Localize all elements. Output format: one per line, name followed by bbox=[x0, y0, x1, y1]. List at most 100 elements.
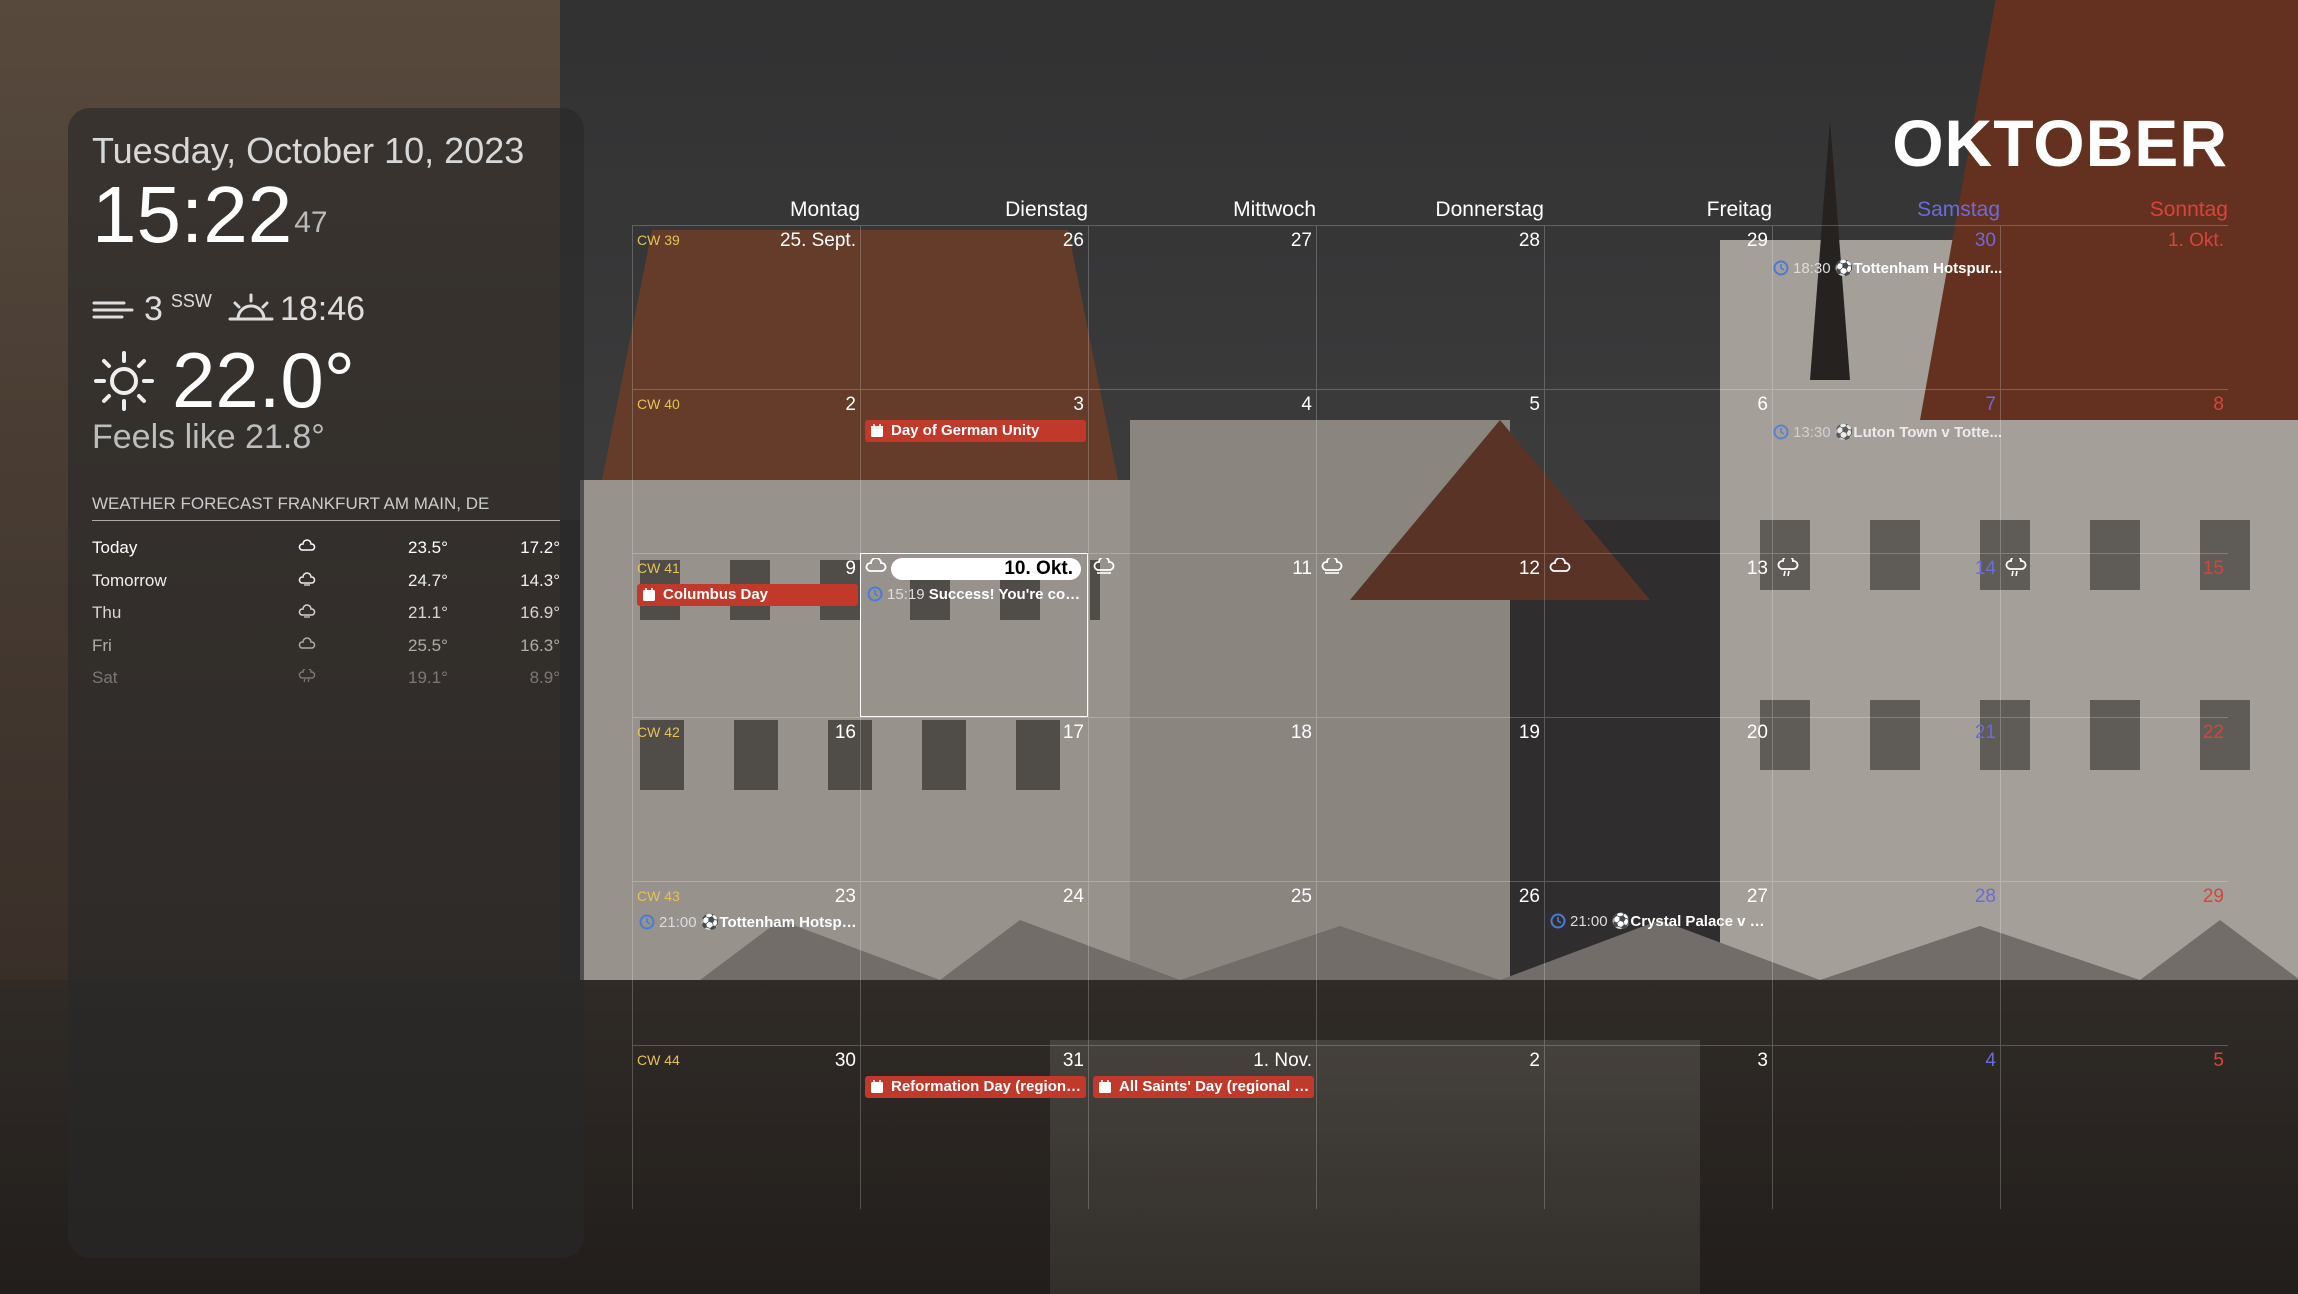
calendar-week: CW 40 bbox=[637, 396, 680, 412]
day-number: 27 bbox=[1290, 230, 1312, 251]
event-title: Luton Town v Totte... bbox=[1853, 424, 2002, 441]
day-cell[interactable]: 5 bbox=[1316, 389, 1544, 553]
day-cell[interactable]: CW 43 23 21:00 ⚽Tottenham Hotspur... bbox=[632, 881, 860, 1045]
day-number: 26 bbox=[1518, 886, 1540, 907]
day-number: 5 bbox=[1529, 394, 1540, 415]
cloud-icon bbox=[1549, 557, 1571, 579]
event-item[interactable]: 13:30 ⚽Luton Town v Totte... bbox=[1771, 422, 2003, 444]
soccer-ball-icon: ⚽ bbox=[1834, 260, 1854, 277]
event-title: Crystal Palace v To... bbox=[1630, 913, 1772, 930]
forecast-max: 21.1° bbox=[408, 603, 448, 622]
calendar-week: CW 39 bbox=[637, 232, 680, 248]
sunset-icon bbox=[228, 293, 274, 320]
day-number: 3 bbox=[1757, 1050, 1768, 1071]
forecast-min: 14.3° bbox=[520, 570, 560, 590]
day-number: 19 bbox=[1518, 722, 1540, 743]
day-number: 24 bbox=[1062, 886, 1084, 907]
event-item[interactable]: 21:00 ⚽Crystal Palace v To... bbox=[1548, 911, 1772, 933]
rain-icon bbox=[2005, 555, 2027, 583]
day-cell[interactable]: 28 bbox=[1772, 881, 2000, 1045]
forecast-min: 16.9° bbox=[520, 603, 560, 622]
calendar-grid: CW 39 25. Sept. 26 27 28 29 30 18:30 ⚽Tot… bbox=[632, 225, 2228, 1209]
holiday-event[interactable]: Reformation Day (regional h... bbox=[865, 1076, 1086, 1098]
event-time: 13:30 bbox=[1793, 424, 1831, 441]
event-item[interactable]: 21:00 ⚽Tottenham Hotspur... bbox=[637, 912, 858, 934]
feels-like: Feels like 21.8° bbox=[92, 418, 325, 456]
forecast-day: Thu bbox=[92, 603, 122, 622]
day-cell[interactable]: CW 39 25. Sept. bbox=[632, 225, 860, 389]
event-item[interactable]: 15:19 Success! You're conn... bbox=[865, 584, 1085, 606]
day-cell[interactable]: 14 bbox=[1772, 553, 2000, 717]
holiday-event[interactable]: All Saints' Day (regional holi... bbox=[1093, 1076, 1314, 1098]
day-number: 5 bbox=[2213, 1050, 2224, 1071]
event-title: Success! You're conn... bbox=[928, 586, 1085, 603]
day-cell[interactable]: 1. Okt. bbox=[2000, 225, 2228, 389]
day-cell[interactable]: CW 44 30 bbox=[632, 1045, 860, 1209]
calendar-event-icon bbox=[1773, 260, 1789, 276]
day-cell[interactable]: 3 Day of German Unity bbox=[860, 389, 1088, 553]
event-item[interactable]: 18:30 ⚽Tottenham Hotspur... bbox=[1771, 258, 2003, 280]
day-cell[interactable]: 1. Nov. All Saints' Day (regional holi..… bbox=[1088, 1045, 1316, 1209]
day-number: 1. Nov. bbox=[1253, 1050, 1312, 1071]
wind-icon bbox=[92, 301, 134, 318]
day-cell[interactable]: CW 42 16 bbox=[632, 717, 860, 881]
day-number: 29 bbox=[1746, 230, 1768, 251]
day-number: 29 bbox=[2202, 886, 2224, 907]
day-number: 23 bbox=[834, 886, 856, 907]
soccer-ball-icon: ⚽ bbox=[700, 914, 720, 931]
day-cell[interactable]: 27 bbox=[1088, 225, 1316, 389]
day-cell[interactable]: 22 bbox=[2000, 717, 2228, 881]
calendar-week: CW 41 bbox=[637, 560, 680, 576]
day-cell[interactable]: 13 bbox=[1544, 553, 1772, 717]
rain-icon bbox=[298, 667, 316, 688]
soccer-ball-icon: ⚽ bbox=[1611, 913, 1631, 930]
day-cell[interactable]: 27 bbox=[1544, 881, 1772, 1045]
holiday-event[interactable]: Day of German Unity bbox=[865, 420, 1086, 442]
holiday-event[interactable]: Columbus Day bbox=[637, 584, 858, 606]
day-cell[interactable]: 2 bbox=[1316, 1045, 1544, 1209]
day-cell[interactable]: 4 bbox=[1772, 1045, 2000, 1209]
day-cell[interactable]: 21 bbox=[1772, 717, 2000, 881]
calendar-week: CW 43 bbox=[637, 888, 680, 904]
day-cell[interactable]: 29 bbox=[2000, 881, 2228, 1045]
day-cell[interactable]: 26 bbox=[860, 225, 1088, 389]
day-cell[interactable]: 24 bbox=[860, 881, 1088, 1045]
day-cell[interactable]: 6 bbox=[1544, 389, 1772, 553]
day-cell[interactable]: 15 bbox=[2000, 553, 2228, 717]
day-cell[interactable]: 19 bbox=[1316, 717, 1544, 881]
day-cell[interactable]: 4 bbox=[1088, 389, 1316, 553]
day-cell[interactable]: CW 40 2 bbox=[632, 389, 860, 553]
day-cell[interactable]: CW 41 9 Columbus Day bbox=[632, 553, 860, 717]
forecast-max: 24.7° bbox=[408, 570, 448, 590]
day-number: 18 bbox=[1290, 722, 1312, 743]
day-cell[interactable]: 3 bbox=[1544, 1045, 1772, 1209]
day-cell[interactable]: 31 Reformation Day (regional h... bbox=[860, 1045, 1088, 1209]
forecast-min: 8.9° bbox=[529, 668, 560, 687]
time-seconds: 47 bbox=[294, 206, 328, 239]
weekday-tuesday: Dienstag bbox=[1005, 198, 1088, 221]
calendar-icon bbox=[1099, 1080, 1111, 1093]
day-cell[interactable]: 5 bbox=[2000, 1045, 2228, 1209]
day-cell[interactable]: 28 bbox=[1316, 225, 1544, 389]
day-number: 20 bbox=[1746, 722, 1768, 743]
day-cell[interactable]: 26 bbox=[1316, 881, 1544, 1045]
day-cell[interactable]: 25 bbox=[1088, 881, 1316, 1045]
day-cell[interactable]: 11 bbox=[1088, 553, 1316, 717]
today-cell[interactable]: 10. Okt. 15:19 Success! You're conn... bbox=[860, 553, 1088, 717]
day-cell[interactable]: 18 bbox=[1088, 717, 1316, 881]
day-cell[interactable]: 12 bbox=[1316, 553, 1544, 717]
day-cell[interactable]: 17 bbox=[860, 717, 1088, 881]
partly-cloudy-icon bbox=[298, 636, 316, 656]
day-cell[interactable]: 8 bbox=[2000, 389, 2228, 553]
current-temperature: 22.0° bbox=[172, 336, 356, 424]
day-cell[interactable]: 20 bbox=[1544, 717, 1772, 881]
day-cell[interactable]: 7 13:30 ⚽Luton Town v Totte... bbox=[1771, 389, 2003, 553]
sunset-info: 18:46 bbox=[228, 290, 365, 329]
month-title: OKTOBER bbox=[1892, 106, 2228, 180]
day-cell[interactable]: 30 18:30 ⚽Tottenham Hotspur... bbox=[1771, 225, 2003, 389]
day-number: 31 bbox=[1062, 1050, 1084, 1071]
event-title: Tottenham Hotspur... bbox=[719, 914, 858, 931]
day-number: 13 bbox=[1746, 558, 1768, 579]
day-cell[interactable]: 29 bbox=[1544, 225, 1772, 389]
current-weather: 22.0° bbox=[92, 335, 355, 426]
